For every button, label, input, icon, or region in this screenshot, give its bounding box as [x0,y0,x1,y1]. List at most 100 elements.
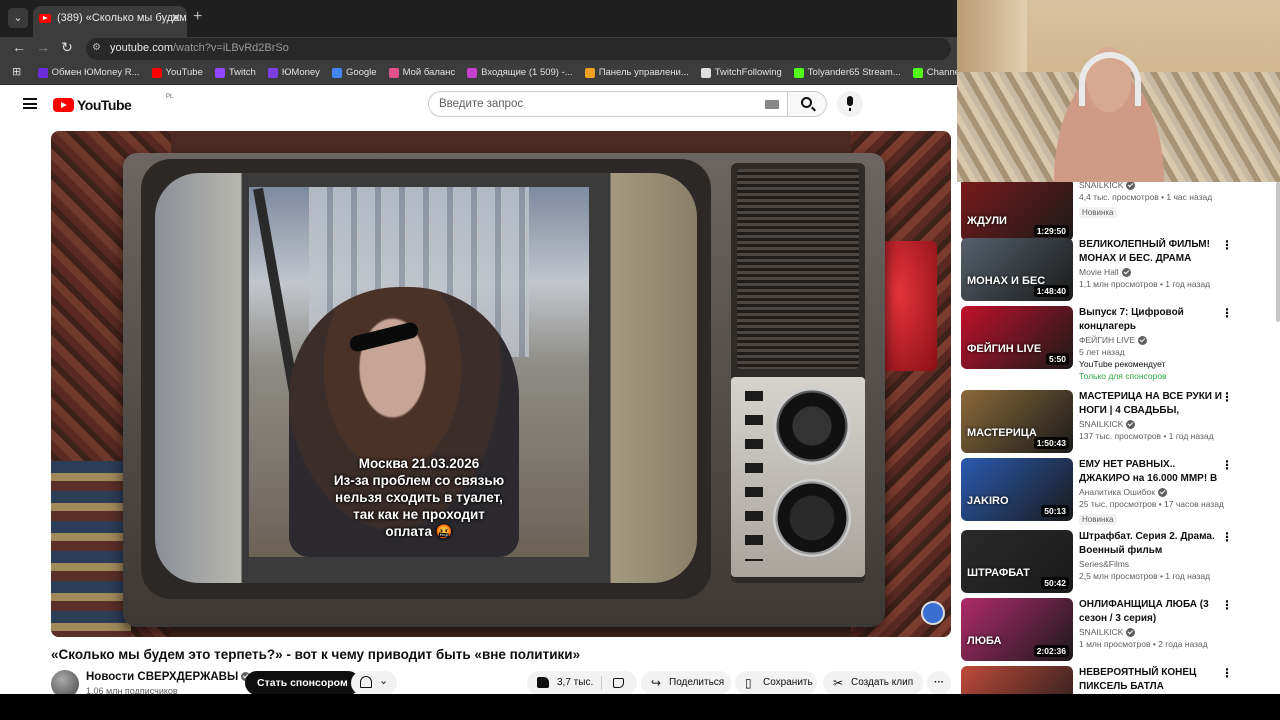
video-thumbnail[interactable]: МАСТЕРИЦА 1:50:43 [961,390,1073,453]
video-thumbnail[interactable]: ЛЮБА 2:02:36 [961,598,1073,661]
kebab-menu-icon[interactable]: ⋮ [1221,239,1233,251]
reload-icon[interactable]: ↻ [58,39,76,56]
recommendation-title[interactable]: ВЕЛИКОЛЕПНЫЙ ФИЛЬМ! МОНАХ И БЕС. ДРАМА [1079,238,1225,265]
recommendation-title[interactable]: МАСТЕРИЦА НА ВСЕ РУКИ И НОГИ | 4 СВАДЬБЫ… [1079,390,1225,417]
apps-grid-icon[interactable]: ⊞ [12,61,21,83]
like-count[interactable]: 3,7 тыс. [557,671,593,694]
save-button[interactable]: ▯ Сохранить [735,671,817,694]
bookmark-item[interactable]: ЮMoney [267,62,320,84]
recommendation-item[interactable]: НЕВЕРОЯТНЫЙ КОНЕЦ ПИКСЕЛЬ БАТЛА (Братишк… [961,666,1273,694]
bookmark-item[interactable]: TwitchFollowing [700,62,782,84]
bookmarks-bar: ⊞ Обмен ЮMoney R... YouTube Twitch ЮMoney Go… [0,61,957,85]
channel-avatar[interactable] [51,670,79,694]
youtube-logo-text: YouTube [77,97,132,113]
bookmark-item[interactable]: Мой баланс [388,62,455,84]
tab-search-button[interactable]: ⌄ [8,8,28,28]
bookmark-item[interactable]: Google [331,62,377,84]
recommendation-title[interactable]: НЕВЕРОЯТНЫЙ КОНЕЦ ПИКСЕЛЬ БАТЛА (Братишк… [1079,666,1225,693]
thumbnail-text: ШТРАФБАТ [967,567,1030,579]
recommendation-item[interactable]: ШТРАФБАТ 50:42 Штрафбат. Серия 2. Драма. В… [961,530,1273,596]
video-clip: Москва 21.03.2026 Из-за проблем со связью… [249,187,589,557]
recommendation-channel[interactable]: Series&Films [1079,559,1225,569]
channel-name-text: SNAILKICK [1079,182,1124,190]
recommendation-item[interactable]: МОНАХ И БЕС 1:48:40 ВЕЛИКОЛЕПНЫЙ ФИЛЬМ! МО… [961,238,1273,304]
clip-label: Создать клип [851,677,914,688]
tab-close-icon[interactable]: ✕ [171,6,181,31]
recommendation-info: ОНЛИФАНЩИЦА ЛЮБА (3 сезон / 3 серия) SNAI… [1079,598,1225,649]
recommendation-info: SNAILKICK 4,4 тыс. просмотров • 1 час наз… [1079,182,1225,220]
recommendation-channel[interactable]: SNAILKICK [1079,627,1225,638]
recommendation-title[interactable]: ОНЛИФАНЩИЦА ЛЮБА (3 сезон / 3 серия) [1079,598,1225,625]
bookmark-item[interactable]: Обмен ЮMoney R... [37,62,140,84]
thumbnail-text: ЛЮБА [967,635,1002,647]
clip-button[interactable]: ✂ Создать клип [823,671,923,694]
bookmark-item[interactable]: Twitch [214,62,256,84]
kebab-menu-icon[interactable]: ⋮ [1221,667,1233,679]
recommendation-item[interactable]: ЖДУЛИ 1:29:50 SNAILKICK 4,4 тыс. просмотров… [961,182,1273,244]
channel-name[interactable]: Новости СВЕРХДЕРЖАВЫ [86,671,251,683]
notifications-button[interactable]: ⌄ [351,671,397,694]
verified-icon [1121,268,1131,278]
bookmark-label: Обмен ЮMoney R... [51,67,140,78]
video-thumbnail[interactable]: МОНАХ И БЕС 1:48:40 [961,238,1073,301]
tv-screen-frame: Москва 21.03.2026 Из-за проблем со связью… [141,159,711,599]
kebab-menu-icon[interactable]: ⋮ [1221,307,1233,319]
kebab-menu-icon[interactable]: ⋮ [1221,599,1233,611]
video-thumbnail[interactable]: JAKIRO 50:13 [961,458,1073,521]
bookmark-item[interactable]: Входящие (1 509) -... [467,62,573,84]
recommendation-channel[interactable]: SNAILKICK [1079,419,1225,430]
recommendation-channel[interactable]: ФЕЙГИН LIVE [1079,335,1225,346]
bookmark-item[interactable]: YouTube [151,62,203,84]
menu-icon[interactable] [23,98,37,109]
share-button[interactable]: ↪ Поделиться [641,671,731,694]
video-thumbnail[interactable] [961,666,1073,694]
kebab-menu-icon[interactable]: ⋮ [1221,531,1233,543]
bookmark-item[interactable]: Tolyander65 Stream... [793,62,901,84]
sponsor-button[interactable]: Стать спонсором [245,671,360,694]
thumbs-down-icon[interactable] [613,678,624,688]
video-thumbnail[interactable]: ЖДУЛИ 1:29:50 [961,182,1073,241]
channel-name-text: Новости СВЕРХДЕРЖАВЫ [86,671,239,683]
thumbnail-text: JAKIRO [967,495,1009,507]
search-input[interactable]: Введите запрос [428,91,788,117]
recommendation-meta: 1,1 млн просмотров • 1 год назад [1079,279,1211,290]
recommendation-title[interactable]: Выпуск 7: Цифровой концлагерь [1079,306,1225,333]
keyboard-icon[interactable] [765,100,779,109]
scrollbar[interactable] [1276,182,1280,322]
recommendation-channel[interactable]: SNAILKICK [1079,182,1225,191]
bookmark-favicon-icon [331,68,342,78]
url-field[interactable]: ⚙ youtube.com/watch?v=iLBvRd2BrSo [86,38,951,60]
recommendation-info: Штрафбат. Серия 2. Драма. Военный фильм S… [1079,530,1225,581]
bookmark-favicon-icon [214,68,225,78]
video-thumbnail[interactable]: ФЕЙГИН LIVE 5:50 [961,306,1073,369]
recommendation-info: ВЕЛИКОЛЕПНЫЙ ФИЛЬМ! МОНАХ И БЕС. ДРАМА Mo… [1079,238,1225,289]
thumbnail-text: МАСТЕРИЦА [967,427,1037,439]
recommendation-item[interactable]: JAKIRO 50:13 ЕМУ НЕТ РАВНЫХ.. ДЖАКИРО на 1… [961,458,1273,526]
recommendation-title[interactable]: ЕМУ НЕТ РАВНЫХ.. ДЖАКИРО на 16.000 ММР! … [1079,458,1225,485]
thumbs-up-icon[interactable] [537,677,549,688]
voice-search-button[interactable] [837,91,863,117]
recommendation-title[interactable]: Штрафбат. Серия 2. Драма. Военный фильм [1079,530,1225,557]
search-button[interactable] [788,91,827,117]
url-path: /watch?v=iLBvRd2BrSo [172,42,289,54]
kebab-menu-icon[interactable]: ⋮ [1221,459,1233,471]
recommendation-channel[interactable]: Movie Hall [1079,267,1225,278]
back-icon[interactable]: ← [10,39,28,55]
new-tab-button[interactable]: + [193,8,202,26]
more-actions-button[interactable]: ··· [927,671,951,694]
site-info-icon[interactable]: ⚙ [92,42,104,54]
kebab-menu-icon[interactable]: ⋮ [1221,391,1233,403]
video-duration: 5:50 [1045,353,1069,365]
video-player[interactable]: Москва 21.03.2026 Из-за проблем со связью… [51,131,951,637]
video-duration: 50:13 [1041,505,1069,517]
bookmark-item[interactable]: Панель управлени... [584,62,689,84]
forward-icon[interactable]: → [34,39,52,55]
tab-active[interactable]: (389) «Сколько мы будем это т ✕ [33,6,187,37]
video-thumbnail[interactable]: ШТРАФБАТ 50:42 [961,530,1073,593]
bookmark-item[interactable]: Channel Points - Kic... [912,62,957,84]
bookmark-label: Google [345,67,377,78]
recommendation-channel[interactable]: Аналитика Ошибок [1079,487,1225,498]
recommendation-item[interactable]: ФЕЙГИН LIVE 5:50 Выпуск 7: Цифровой концла… [961,306,1273,381]
recommendation-item[interactable]: МАСТЕРИЦА 1:50:43 МАСТЕРИЦА НА ВСЕ РУКИ И … [961,390,1273,456]
recommendation-item[interactable]: ЛЮБА 2:02:36 ОНЛИФАНЩИЦА ЛЮБА (3 сезон / 3… [961,598,1273,664]
